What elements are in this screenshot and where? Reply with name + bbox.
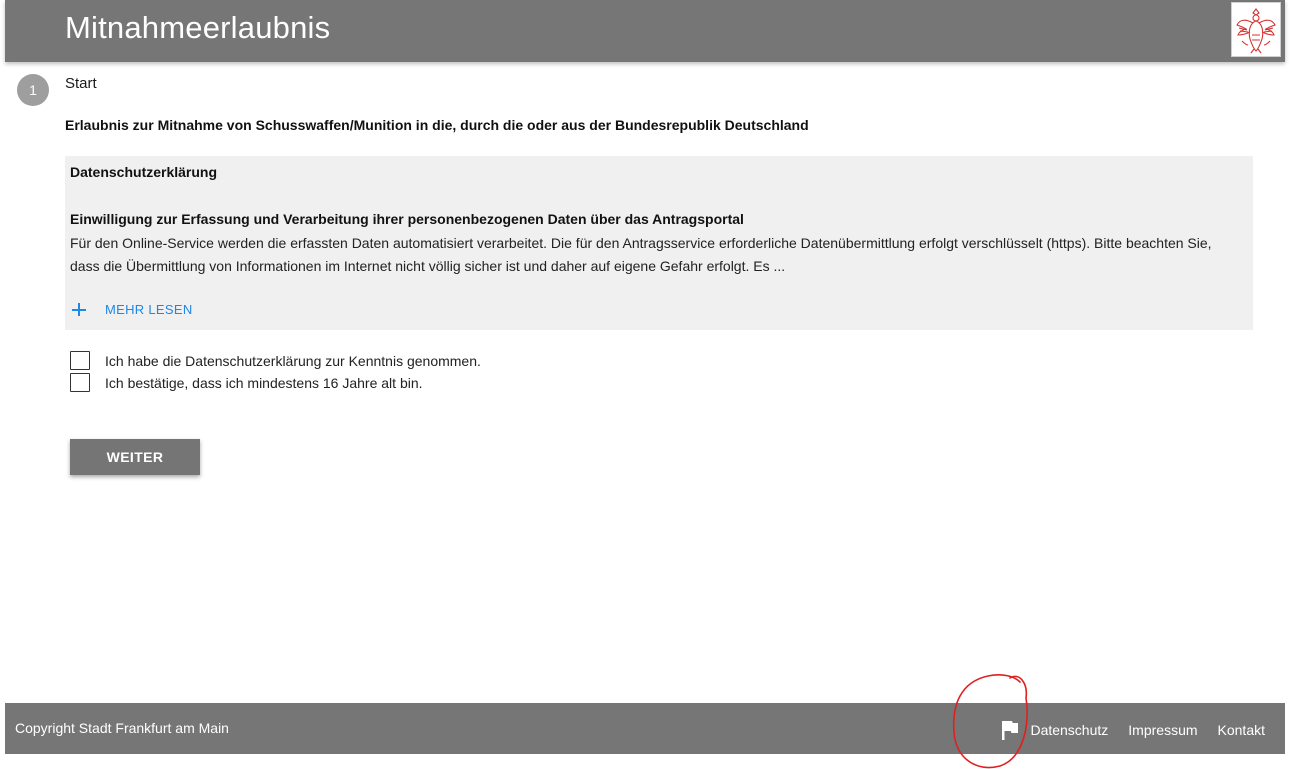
form-heading: Erlaubnis zur Mitnahme von Schusswaffen/… <box>65 117 809 133</box>
privacy-consent-row[interactable]: Ich habe die Datenschutzerklärung zur Ke… <box>70 351 481 370</box>
footer-link-kontakt[interactable]: Kontakt <box>1218 722 1265 738</box>
step-indicator: 1 <box>17 74 49 106</box>
footer-link-impressum[interactable]: Impressum <box>1128 722 1197 738</box>
flag-icon[interactable] <box>1000 719 1020 741</box>
next-button[interactable]: WEITER <box>70 439 200 475</box>
eagle-icon <box>1236 7 1276 53</box>
footer-link-datenschutz[interactable]: Datenschutz <box>1030 722 1108 738</box>
plus-icon <box>71 301 87 317</box>
privacy-title: Datenschutzerklärung <box>70 164 218 180</box>
age-confirmation-row[interactable]: Ich bestätige, dass ich mindestens 16 Ja… <box>70 373 423 392</box>
footer-copyright: Copyright Stadt Frankfurt am Main <box>15 720 229 736</box>
app-footer: Copyright Stadt Frankfurt am Main Datens… <box>5 703 1285 754</box>
privacy-consent-checkbox[interactable] <box>70 351 90 370</box>
age-confirmation-checkbox[interactable] <box>70 373 90 392</box>
privacy-box: Datenschutzerklärung Einwilligung zur Er… <box>65 156 1253 330</box>
frankfurt-eagle-logo[interactable] <box>1231 2 1281 57</box>
footer-links: Datenschutz Impressum Kontakt <box>1000 719 1265 741</box>
read-more-link[interactable]: MEHR LESEN <box>71 301 193 317</box>
read-more-label: MEHR LESEN <box>105 301 193 317</box>
consent-title: Einwilligung zur Erfassung und Verarbeit… <box>70 211 744 227</box>
privacy-consent-label[interactable]: Ich habe die Datenschutzerklärung zur Ke… <box>105 353 481 369</box>
consent-text: Für den Online-Service werden die erfass… <box>70 235 1212 274</box>
page: Mitnahmeerlaubnis 1 Start Erlaubnis zur … <box>0 0 1292 769</box>
age-confirmation-label[interactable]: Ich bestätige, dass ich mindestens 16 Ja… <box>105 375 423 391</box>
page-title: Mitnahmeerlaubnis <box>65 10 331 45</box>
app-header: Mitnahmeerlaubnis <box>5 0 1285 62</box>
step-label: Start <box>65 75 97 92</box>
